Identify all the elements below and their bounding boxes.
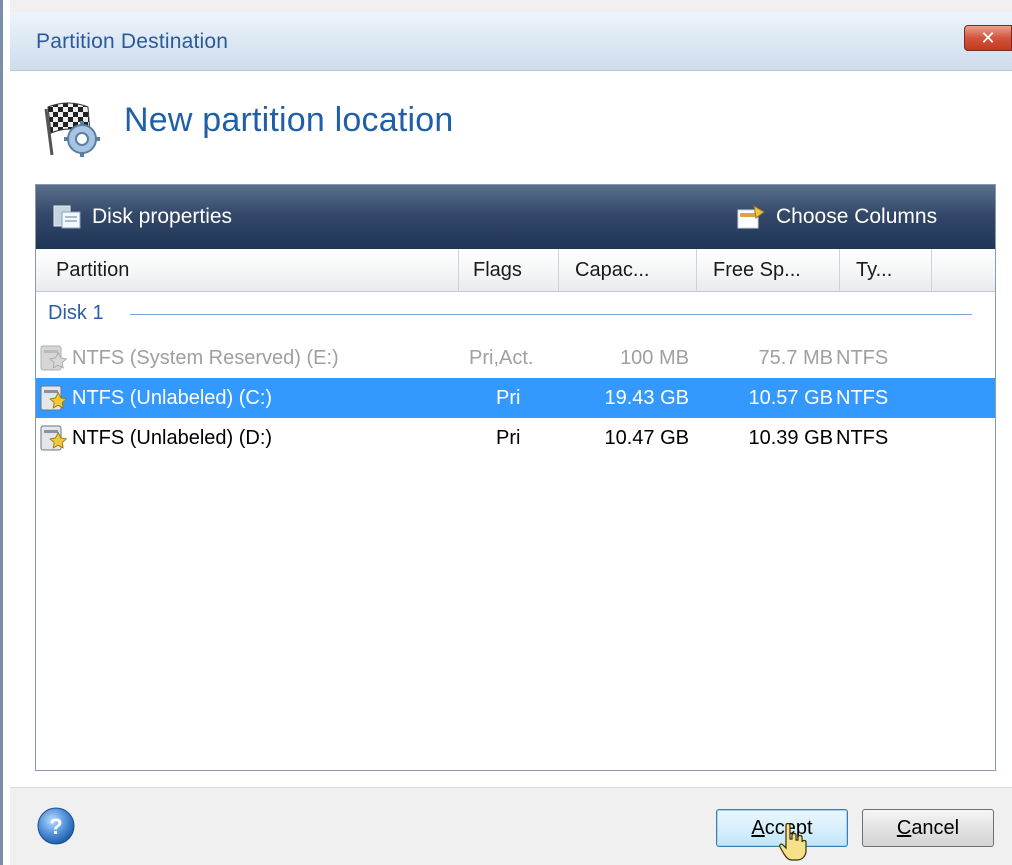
column-header-partition[interactable]: Partition [36,249,459,291]
disk-group-divider [130,314,972,315]
cell-capacity: 10.47 GB [604,427,689,449]
window-title: Partition Destination [36,30,229,53]
cancel-label: ancel [911,816,960,839]
cell-capacity: 19.43 GB [604,387,689,409]
disk-group-header: Disk 1 [36,291,995,335]
disk-properties-button[interactable]: Disk properties [52,203,232,231]
cell-partition: NTFS (Unlabeled) (D:) [72,427,273,449]
partition-disk-icon [40,385,68,411]
choose-columns-icon [737,205,765,229]
hand-cursor-icon [779,823,807,861]
disk-properties-icon [53,205,81,229]
column-header-type[interactable]: Ty... [840,249,932,291]
cancel-button[interactable]: Cancel [862,809,994,847]
partition-destination-dialog: Partition Destination ✕ New partition lo… [0,0,1012,865]
accept-mnemonic: A [751,816,765,839]
checkered-flag-gear-icon [44,102,100,157]
disk-panel: Disk properties Choose Columns Partition… [35,184,996,771]
close-button[interactable]: ✕ [964,25,1012,51]
cell-flags: Pri,Act. [469,347,534,369]
page-title: New partition location [124,101,454,139]
column-header-capacity[interactable]: Capac... [559,249,697,291]
column-header-spacer [932,249,995,291]
column-header-free-space[interactable]: Free Sp... [697,249,840,291]
cell-type: NTFS [836,387,889,409]
cell-flags: Pri [496,427,521,449]
panel-toolbar: Disk properties Choose Columns [36,185,995,249]
cancel-mnemonic: C [896,816,912,839]
partition-disk-icon [40,425,68,451]
cell-free-space: 10.39 GB [748,427,833,449]
dialog-content: New partition location Disk properties C… [10,71,1012,787]
cell-capacity: 100 MB [620,347,689,369]
close-icon: ✕ [980,28,996,48]
dialog-footer: ? Accept Cancel [10,787,1012,865]
table-row[interactable]: NTFS (System Reserved) (E:) Pri,Act. 100… [36,338,995,378]
cell-type: NTFS [836,427,889,449]
cell-partition: NTFS (System Reserved) (E:) [72,347,339,369]
choose-columns-label: Choose Columns [776,205,938,228]
cell-partition: NTFS (Unlabeled) (C:) [72,387,273,409]
disk-properties-label: Disk properties [92,205,233,228]
title-bar: Partition Destination ✕ [10,12,1012,71]
column-header-row: Partition Flags Capac... Free Sp... Ty..… [36,249,995,292]
window-left-edge [0,0,10,865]
table-row-selected[interactable]: NTFS (Unlabeled) (C:) Pri 19.43 GB 10.57… [36,378,995,418]
cell-free-space: 75.7 MB [758,347,833,369]
cell-flags: Pri [496,387,521,409]
cell-type: NTFS [836,347,889,369]
help-icon[interactable]: ? [36,806,76,846]
column-header-flags[interactable]: Flags [459,249,559,291]
partition-disk-icon [40,345,68,371]
disk-group-label: Disk 1 [48,302,104,324]
choose-columns-button[interactable]: Choose Columns [736,203,937,231]
cell-free-space: 10.57 GB [748,387,833,409]
table-row[interactable]: NTFS (Unlabeled) (D:) Pri 10.47 GB 10.39… [36,418,995,458]
svg-text:?: ? [49,814,62,839]
